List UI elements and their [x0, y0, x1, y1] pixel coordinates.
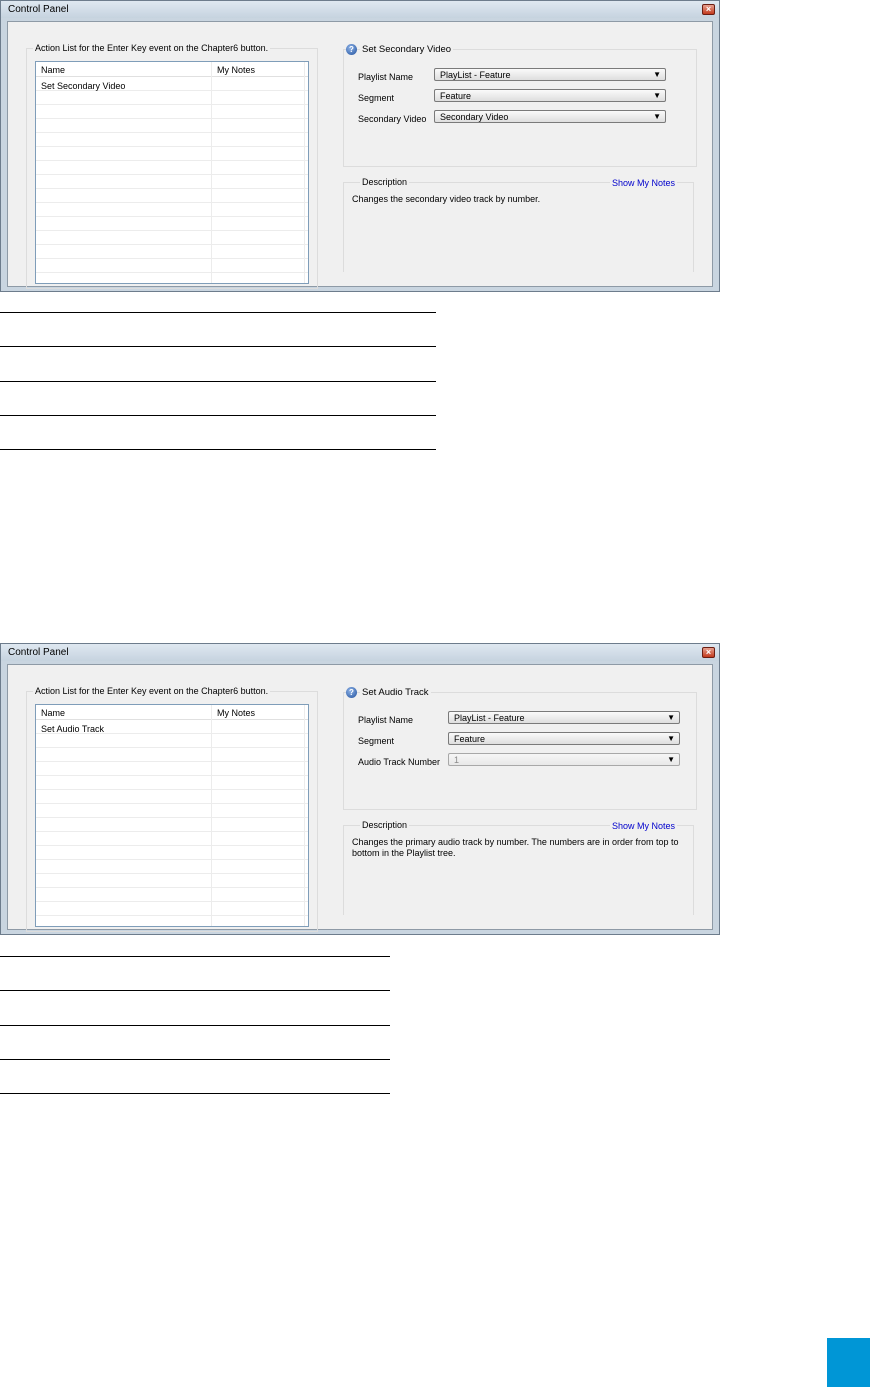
help-icon[interactable]: ? [346, 44, 357, 55]
description-text: Changes the primary audio track by numbe… [352, 837, 679, 858]
list-rows [36, 77, 308, 283]
list-rows [36, 720, 308, 926]
description-legend: Description [360, 177, 410, 187]
audio-track-number-dropdown[interactable]: 1 ▼ [448, 753, 680, 766]
segment-label: Segment [358, 736, 395, 746]
action-list-legend: Action List for the Enter Key event on t… [33, 686, 271, 696]
close-icon: × [705, 4, 712, 14]
column-divider [304, 705, 305, 926]
segment-label: Segment [358, 93, 395, 103]
page-tab-marker [827, 1338, 870, 1387]
list-item[interactable]: Set Audio Track [41, 724, 104, 734]
divider-line [0, 1025, 390, 1026]
divider-line [0, 449, 436, 450]
divider-line [0, 312, 436, 313]
column-header-name[interactable]: Name [41, 708, 65, 718]
playlist-name-label: Playlist Name [358, 72, 414, 82]
dropdown-value: Secondary Video [440, 112, 509, 122]
divider-line [0, 346, 436, 347]
divider-line [0, 990, 390, 991]
divider-line [0, 1059, 390, 1060]
window-client: Action List for the Enter Key event on t… [7, 21, 713, 289]
dropdown-value: PlayList - Feature [440, 70, 511, 80]
column-header-notes[interactable]: My Notes [217, 65, 255, 75]
column-header-notes[interactable]: My Notes [217, 708, 255, 718]
action-list[interactable]: Name My Notes Set Secondary Video [35, 61, 309, 284]
chevron-down-icon: ▼ [653, 70, 661, 79]
playlist-name-label: Playlist Name [358, 715, 414, 725]
title-bar[interactable]: Control Panel × [1, 644, 719, 661]
chevron-down-icon: ▼ [653, 91, 661, 100]
dropdown-value: 1 [454, 755, 460, 765]
column-divider [211, 705, 212, 926]
close-icon: × [705, 647, 712, 657]
show-my-notes-link[interactable]: Show My Notes [609, 178, 677, 188]
chevron-down-icon: ▼ [653, 112, 661, 121]
playlist-name-dropdown[interactable]: PlayList - Feature ▼ [434, 68, 666, 81]
help-icon[interactable]: ? [346, 687, 357, 698]
chevron-down-icon: ▼ [667, 755, 675, 764]
description-group: Description Show My Notes Changes the se… [343, 177, 694, 272]
close-button[interactable]: × [702, 4, 715, 15]
list-header: Name My Notes [36, 705, 308, 720]
window-client: Action List for the Enter Key event on t… [7, 664, 713, 932]
chevron-down-icon: ▼ [667, 734, 675, 743]
segment-dropdown[interactable]: Feature ▼ [434, 89, 666, 102]
description-group: Description Show My Notes Changes the pr… [343, 820, 694, 915]
dropdown-value: Feature [454, 734, 486, 744]
column-divider [211, 62, 212, 283]
action-settings-group: ? Set Secondary Video Playlist Name Play… [343, 44, 697, 167]
action-list[interactable]: Name My Notes Set Audio Track [35, 704, 309, 927]
divider-line [0, 1093, 390, 1094]
title-bar[interactable]: Control Panel × [1, 1, 719, 18]
list-header: Name My Notes [36, 62, 308, 77]
divider-line [0, 381, 436, 382]
dropdown-value: Feature [440, 91, 472, 101]
action-list-group: Action List for the Enter Key event on t… [26, 43, 318, 289]
column-header-name[interactable]: Name [41, 65, 65, 75]
divider-line [0, 956, 390, 957]
window-title: Control Panel [8, 4, 69, 15]
playlist-name-dropdown[interactable]: PlayList - Feature ▼ [448, 711, 680, 724]
action-title: Set Audio Track [360, 687, 431, 698]
action-settings-group: ? Set Audio Track Playlist Name PlayList… [343, 687, 697, 810]
action-title: Set Secondary Video [360, 44, 454, 55]
window-title: Control Panel [8, 647, 69, 658]
dropdown-value: PlayList - Feature [454, 713, 525, 723]
secondary-video-dropdown[interactable]: Secondary Video ▼ [434, 110, 666, 123]
secondary-video-label: Secondary Video [358, 114, 427, 124]
action-list-legend: Action List for the Enter Key event on t… [33, 43, 271, 53]
show-my-notes-link[interactable]: Show My Notes [609, 821, 677, 831]
divider-line [0, 415, 436, 416]
segment-dropdown[interactable]: Feature ▼ [448, 732, 680, 745]
description-legend: Description [360, 820, 410, 830]
chevron-down-icon: ▼ [667, 713, 675, 722]
description-text: Changes the secondary video track by num… [352, 194, 541, 204]
control-panel-window: Control Panel × Action List for the Ente… [0, 0, 720, 292]
control-panel-window: Control Panel × Action List for the Ente… [0, 643, 720, 935]
close-button[interactable]: × [702, 647, 715, 658]
action-list-group: Action List for the Enter Key event on t… [26, 686, 318, 932]
column-divider [304, 62, 305, 283]
list-item[interactable]: Set Secondary Video [41, 81, 125, 91]
audio-track-number-label: Audio Track Number [358, 757, 441, 767]
